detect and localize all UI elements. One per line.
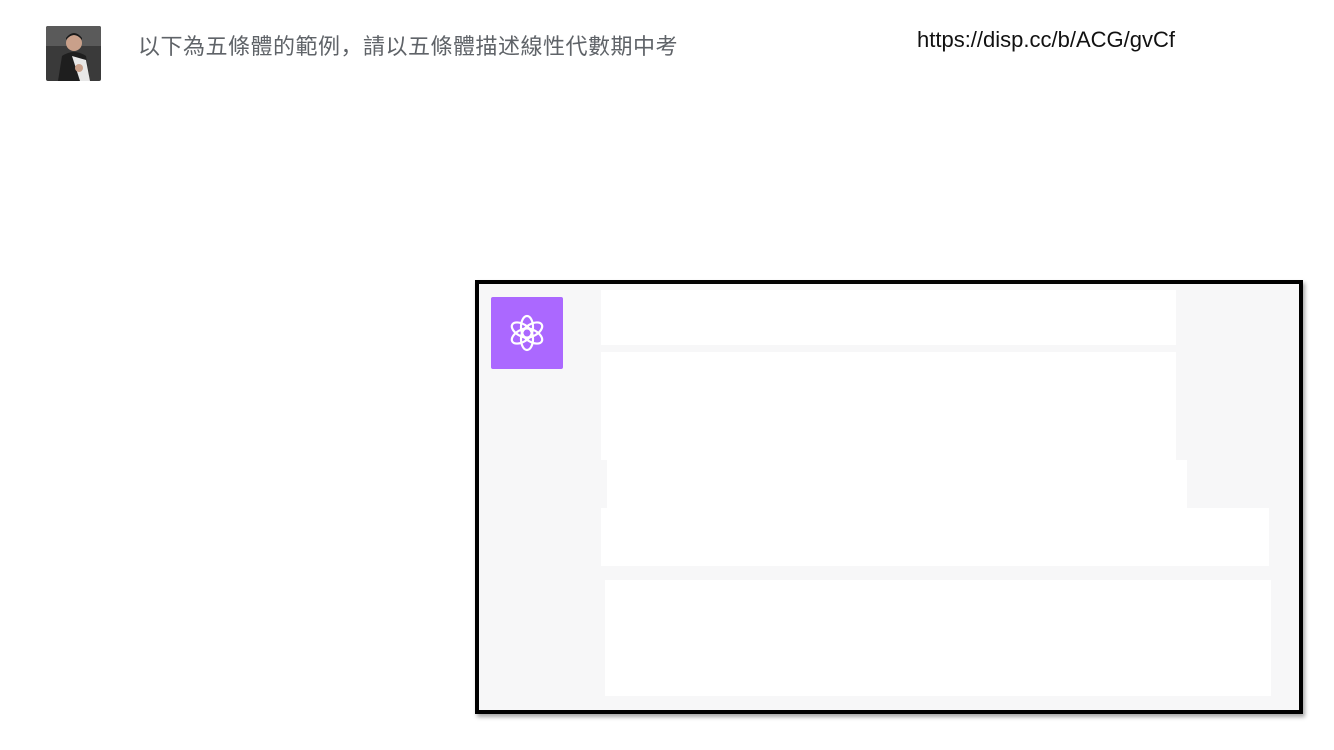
user-prompt: 以下為五條體的範例，請以五條體描述線性代數期中考 [138, 35, 679, 60]
redacted-response-block [607, 460, 1187, 510]
source-link[interactable]: https://disp.cc/b/ACG/gvCf [917, 27, 1175, 53]
user-photo-icon [46, 26, 101, 81]
redacted-response-block [601, 508, 1269, 566]
redacted-response-block [601, 352, 1176, 460]
user-avatar [46, 26, 101, 81]
assistant-avatar [491, 297, 563, 369]
openai-logo-icon [510, 314, 544, 352]
redacted-response-block [605, 580, 1271, 696]
assistant-response-frame [475, 280, 1303, 714]
redacted-response-block [601, 290, 1176, 345]
chat-page: 以下為五條體的範例，請以五條體描述線性代數期中考 https://disp.cc… [0, 0, 1334, 750]
